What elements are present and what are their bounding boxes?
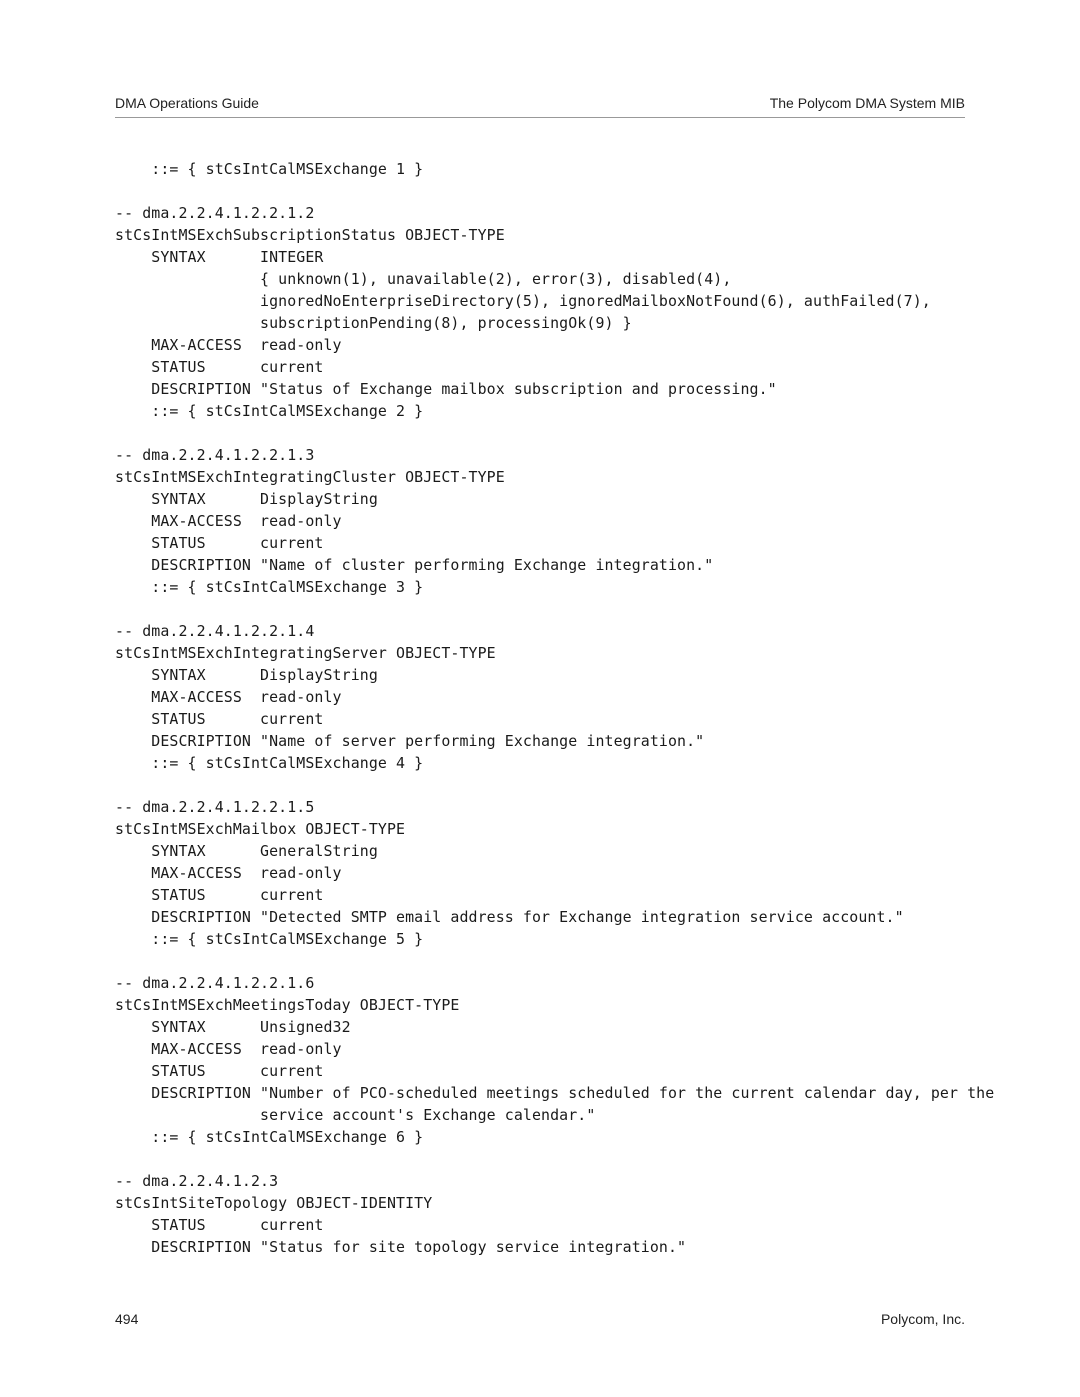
code-line: stCsIntMSExchIntegratingServer OBJECT-TY… — [115, 644, 496, 662]
code-line: DESCRIPTION "Status of Exchange mailbox … — [115, 380, 777, 398]
code-line: SYNTAX DisplayString — [115, 666, 378, 684]
header-right: The Polycom DMA System MIB — [770, 95, 965, 111]
code-line: MAX-ACCESS read-only — [115, 336, 342, 354]
code-line: STATUS current — [115, 886, 324, 904]
code-line: DESCRIPTION "Status for site topology se… — [115, 1238, 686, 1256]
code-line: -- dma.2.2.4.1.2.2.1.6 — [115, 974, 314, 992]
footer-company: Polycom, Inc. — [881, 1311, 965, 1327]
code-line: stCsIntMSExchSubscriptionStatus OBJECT-T… — [115, 226, 505, 244]
code-line: stCsIntMSExchMeetingsToday OBJECT-TYPE — [115, 996, 459, 1014]
code-line: ::= { stCsIntCalMSExchange 3 } — [115, 578, 423, 596]
code-line: stCsIntMSExchIntegratingCluster OBJECT-T… — [115, 468, 505, 486]
code-line: subscriptionPending(8), processingOk(9) … — [115, 314, 632, 332]
code-line: STATUS current — [115, 1062, 324, 1080]
code-line: SYNTAX DisplayString — [115, 490, 378, 508]
code-line: STATUS current — [115, 534, 324, 552]
code-line: { unknown(1), unavailable(2), error(3), … — [115, 270, 731, 288]
code-line: STATUS current — [115, 358, 324, 376]
code-line: ::= { stCsIntCalMSExchange 1 } — [115, 160, 423, 178]
code-line: -- dma.2.2.4.1.2.2.1.2 — [115, 204, 314, 222]
header-left: DMA Operations Guide — [115, 95, 259, 111]
code-line: STATUS current — [115, 1216, 324, 1234]
code-line: DESCRIPTION "Number of PCO-scheduled mee… — [115, 1084, 994, 1102]
code-line: -- dma.2.2.4.1.2.2.1.3 — [115, 446, 314, 464]
code-line: stCsIntMSExchMailbox OBJECT-TYPE — [115, 820, 405, 838]
code-line: STATUS current — [115, 710, 324, 728]
code-line: DESCRIPTION "Name of server performing E… — [115, 732, 704, 750]
code-line: SYNTAX Unsigned32 — [115, 1018, 351, 1036]
page-container: DMA Operations Guide The Polycom DMA Sys… — [0, 0, 1080, 1397]
code-line: MAX-ACCESS read-only — [115, 688, 342, 706]
code-line: SYNTAX GeneralString — [115, 842, 378, 860]
running-header: DMA Operations Guide The Polycom DMA Sys… — [115, 95, 965, 118]
page-number: 494 — [115, 1311, 138, 1327]
code-line: DESCRIPTION "Name of cluster performing … — [115, 556, 713, 574]
code-line: DESCRIPTION "Detected SMTP email address… — [115, 908, 904, 926]
code-line: -- dma.2.2.4.1.2.2.1.5 — [115, 798, 314, 816]
mib-code-block: ::= { stCsIntCalMSExchange 1 } -- dma.2.… — [115, 158, 965, 1258]
code-line: -- dma.2.2.4.1.2.2.1.4 — [115, 622, 314, 640]
code-line: stCsIntSiteTopology OBJECT-IDENTITY — [115, 1194, 432, 1212]
code-line: service account's Exchange calendar." — [115, 1106, 595, 1124]
code-line: -- dma.2.2.4.1.2.3 — [115, 1172, 278, 1190]
code-line: SYNTAX INTEGER — [115, 248, 324, 266]
code-line: ::= { stCsIntCalMSExchange 5 } — [115, 930, 423, 948]
page-footer: 494 Polycom, Inc. — [115, 1311, 965, 1327]
code-line: ::= { stCsIntCalMSExchange 2 } — [115, 402, 423, 420]
code-line: MAX-ACCESS read-only — [115, 864, 342, 882]
code-line: ignoredNoEnterpriseDirectory(5), ignored… — [115, 292, 931, 310]
code-line: ::= { stCsIntCalMSExchange 4 } — [115, 754, 423, 772]
code-line: MAX-ACCESS read-only — [115, 1040, 342, 1058]
code-line: MAX-ACCESS read-only — [115, 512, 342, 530]
code-line: ::= { stCsIntCalMSExchange 6 } — [115, 1128, 423, 1146]
